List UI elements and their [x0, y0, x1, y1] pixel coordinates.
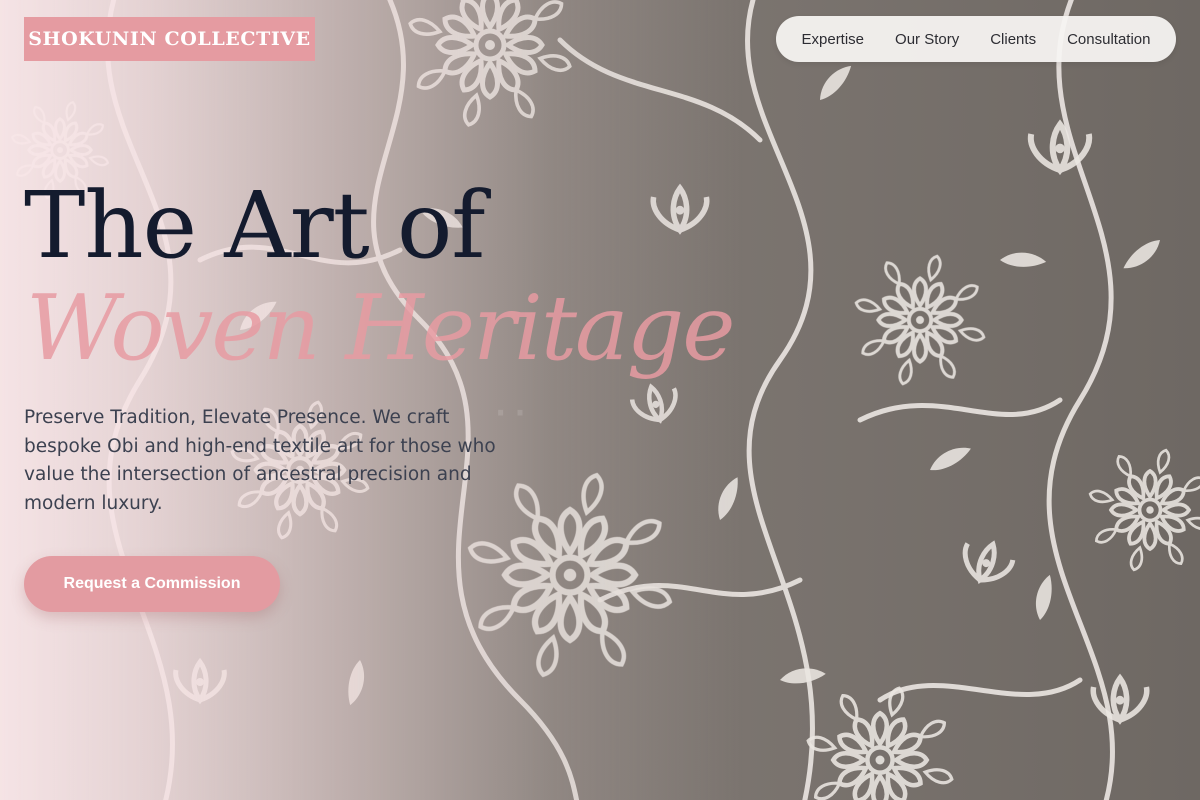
- hero-title-line2: Woven Heritage: [26, 276, 736, 381]
- hero-title-line1: The Art of: [24, 172, 485, 279]
- hero-background-textile: [0, 0, 1200, 800]
- brand-logo[interactable]: SHOKUNIN COLLECTIVE: [24, 17, 315, 61]
- brand-logo-text: SHOKUNIN COLLECTIVE: [28, 28, 311, 50]
- nav-link-our-story[interactable]: Our Story: [895, 31, 959, 48]
- nav-link-expertise[interactable]: Expertise: [802, 31, 865, 48]
- request-commission-button[interactable]: Request a Commission: [24, 556, 280, 612]
- hero-subtitle: Preserve Tradition, Elevate Presence. We…: [24, 407, 496, 514]
- left-pink-gradient-overlay: [0, 0, 1200, 800]
- top-nav: Expertise Our Story Clients Consultation: [776, 16, 1176, 62]
- nav-link-clients[interactable]: Clients: [990, 31, 1036, 48]
- nav-link-consultation[interactable]: Consultation: [1067, 31, 1150, 48]
